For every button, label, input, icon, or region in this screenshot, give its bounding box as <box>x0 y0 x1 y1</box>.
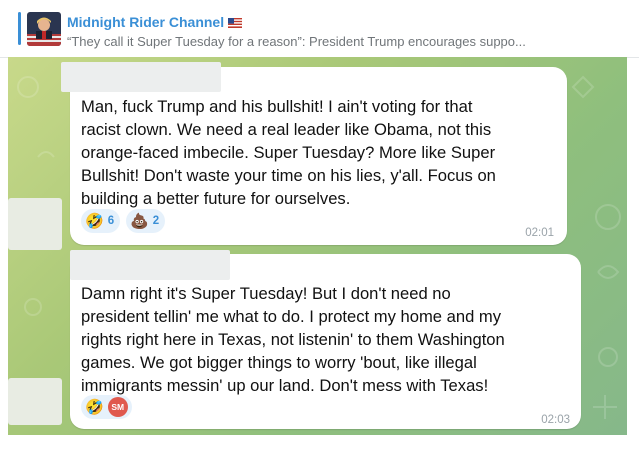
message-bubble[interactable]: Man, fuck Trump and his bullshit! I ain'… <box>61 62 567 245</box>
channel-thumbnail <box>27 12 61 46</box>
rofl-emoji-icon: 🤣 <box>85 398 104 416</box>
channel-name: Midnight Rider Channel <box>67 14 243 31</box>
avatar-placeholder <box>8 378 62 425</box>
reaction-count: 6 <box>107 215 115 227</box>
us-flag-icon <box>228 15 243 31</box>
message-text: Damn right it's Super Tuesday! But I don… <box>81 284 505 395</box>
pinned-accent-bar <box>18 12 21 45</box>
message-time: 02:03 <box>541 414 570 426</box>
sender-name-redacted <box>61 62 221 92</box>
sender-name-redacted <box>70 250 230 280</box>
reaction-rofl[interactable]: 🤣 SM <box>81 395 132 419</box>
rofl-emoji-icon: 🤣 <box>85 212 104 230</box>
pinned-preview: “They call it Super Tuesday for a reason… <box>67 34 526 49</box>
reactions-row: 🤣 SM <box>81 395 132 419</box>
channel-name-text: Midnight Rider Channel <box>67 14 225 30</box>
reaction-rofl[interactable]: 🤣 6 <box>81 209 121 233</box>
chat-background: Man, fuck Trump and his bullshit! I ain'… <box>8 57 627 435</box>
message-time: 02:01 <box>525 227 554 239</box>
message-text: Man, fuck Trump and his bullshit! I ain'… <box>81 97 496 208</box>
reaction-count: 2 <box>152 215 160 227</box>
reaction-poop[interactable]: 💩 2 <box>126 209 166 233</box>
avatar-placeholder <box>8 198 62 250</box>
poop-emoji-icon: 💩 <box>130 212 149 230</box>
reactor-avatar: SM <box>107 397 128 417</box>
reactions-row: 🤣 6 💩 2 <box>81 209 166 233</box>
pinned-message-bar[interactable]: Midnight Rider Channel “They call it Sup… <box>0 0 639 58</box>
message-bubble[interactable]: Damn right it's Super Tuesday! But I don… <box>70 250 581 429</box>
